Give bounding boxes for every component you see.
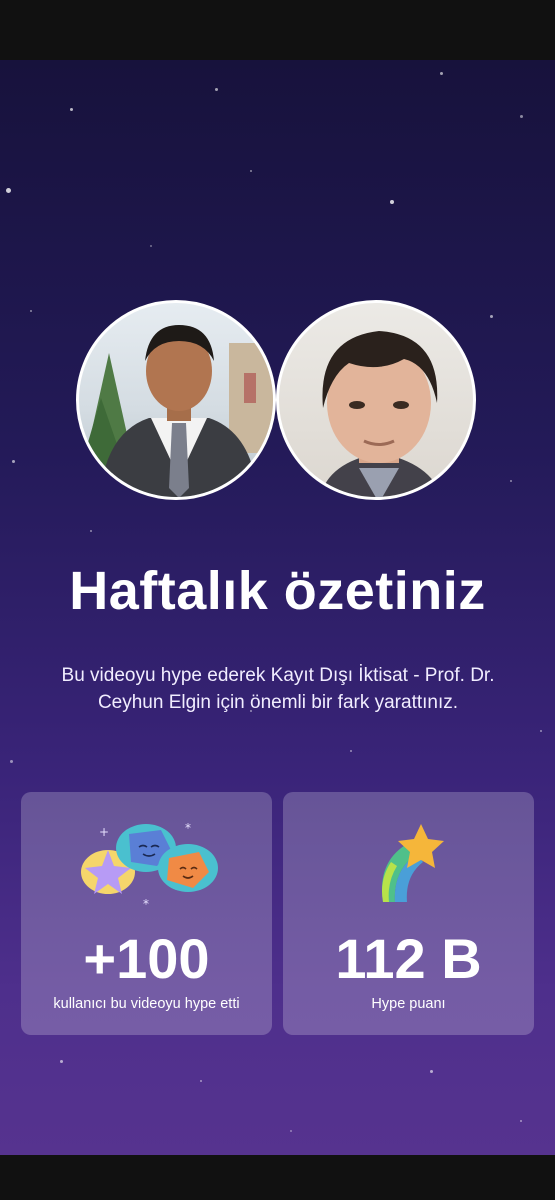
sky-star — [430, 1070, 433, 1073]
sky-star — [540, 730, 542, 732]
hype-users-icon: + * * — [81, 821, 218, 911]
sky-star — [6, 188, 11, 193]
sky-star — [90, 530, 92, 532]
hype-points-label: Hype puanı — [371, 996, 446, 1012]
hype-users-count: +100 — [83, 927, 210, 990]
hype-points-card: 112 B Hype puanı — [283, 792, 534, 1035]
shooting-star-icon — [382, 824, 444, 902]
sky-star — [290, 1130, 292, 1132]
svg-text:+: + — [99, 825, 109, 839]
page-title: Haftalık özetiniz — [69, 561, 486, 621]
sky-star — [12, 460, 15, 463]
sky-star — [60, 1060, 63, 1063]
hype-points-value: 112 B — [335, 927, 482, 990]
sky-star — [350, 750, 352, 752]
creator-avatar-1 — [76, 300, 276, 500]
sky-star — [30, 310, 32, 312]
sky-star — [250, 170, 252, 172]
sky-star — [490, 315, 493, 318]
sky-star — [390, 200, 394, 204]
sky-star — [520, 1120, 522, 1122]
status-bar — [0, 0, 555, 60]
sky-star — [70, 108, 73, 111]
bottom-bar — [0, 1155, 555, 1200]
sky-star — [200, 1080, 202, 1082]
sky-star — [440, 72, 443, 75]
hype-users-label: kullanıcı bu videoyu hype etti — [53, 996, 240, 1012]
svg-text:*: * — [185, 821, 191, 835]
sky-star — [10, 760, 13, 763]
svg-text:*: * — [143, 897, 149, 911]
sky-star — [520, 115, 523, 118]
hype-users-card: + * * +100 kullanıcı bu videoyu hype ett… — [21, 792, 272, 1035]
sky-star — [150, 245, 152, 247]
weekly-summary-screen: Haftalık özetiniz Bu videoyu hype ederek… — [0, 60, 555, 1155]
summary-description: Bu videoyu hype ederek Kayıt Dışı İktisa… — [61, 665, 495, 713]
sky-star — [215, 88, 218, 91]
sky-star — [510, 480, 512, 482]
creator-avatar-2 — [276, 300, 476, 500]
